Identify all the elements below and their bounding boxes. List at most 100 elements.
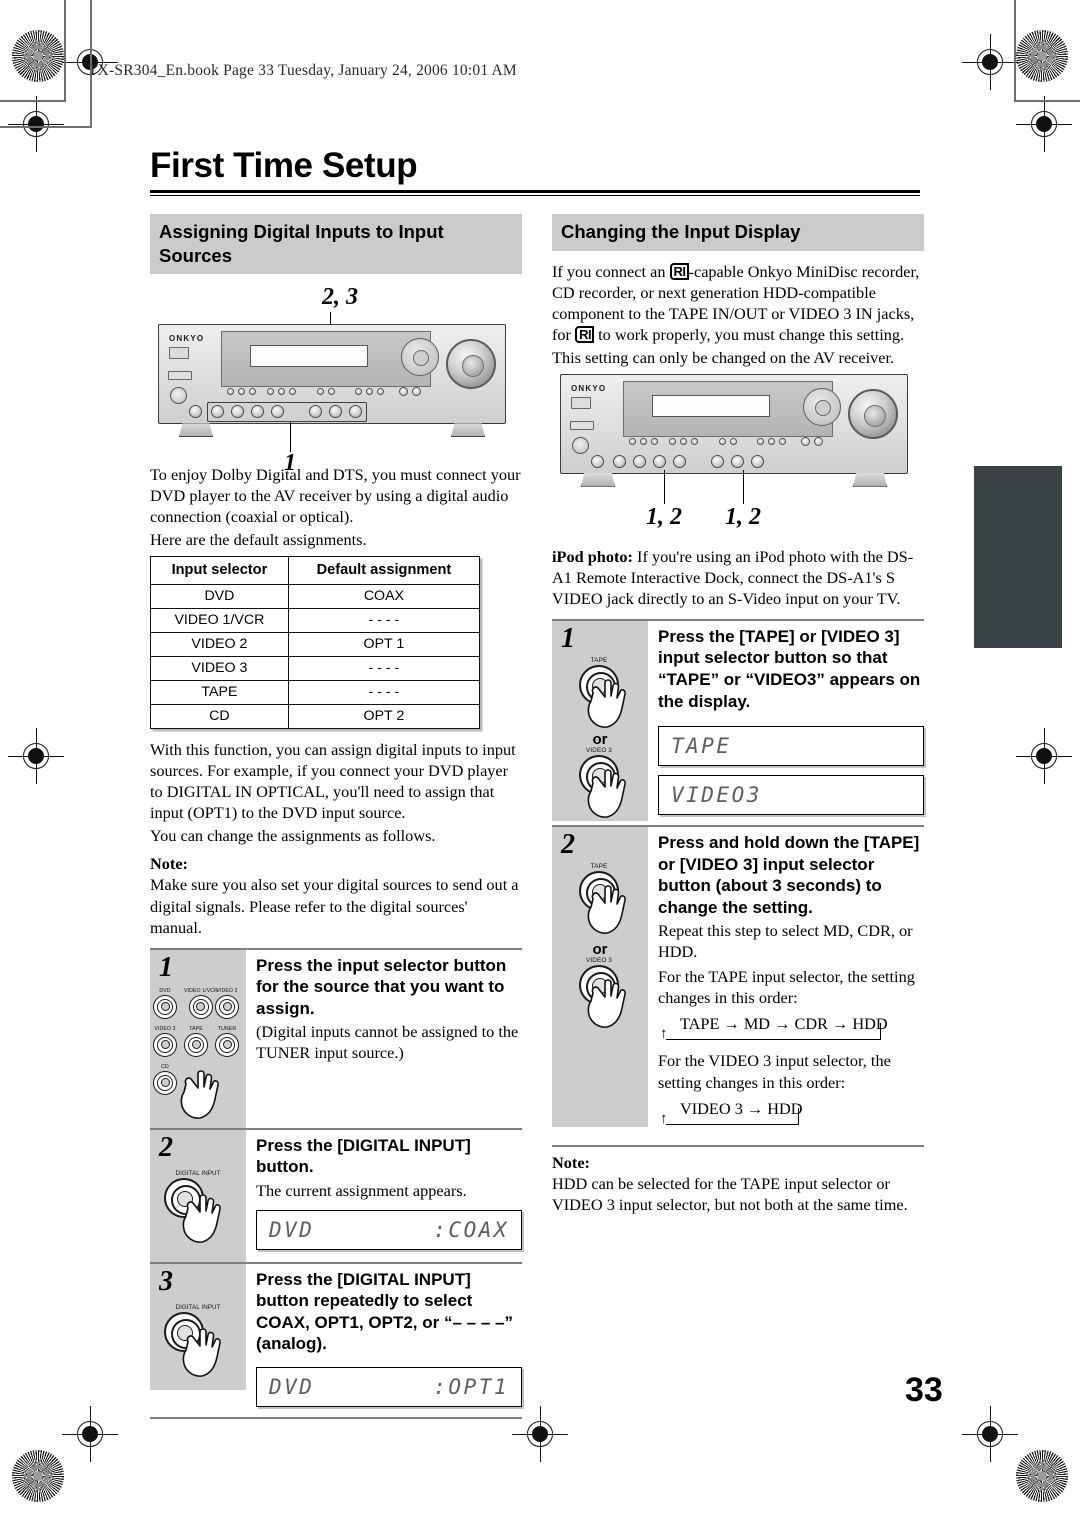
- right-note-label: Note:: [552, 1152, 590, 1172]
- table-cell-selector: VIDEO 2: [150, 632, 289, 658]
- small-button: [651, 437, 658, 445]
- display-panel: [623, 380, 833, 437]
- right-step-1-content: Press the [TAPE] or [VIDEO 3] input sele…: [648, 621, 924, 825]
- small-button: [691, 437, 698, 445]
- pointing-hand-icon: [178, 1068, 224, 1120]
- small-button: [814, 436, 823, 446]
- video2-knob-icon: [215, 994, 239, 1019]
- remote-button-tuner[interactable]: TUNER: [215, 1026, 239, 1057]
- remote-button-tape-label: TAPE: [189, 1025, 203, 1032]
- master-volume-knob: [848, 388, 898, 439]
- left-intro-paragraph-2: Here are the default assignments.: [150, 530, 367, 550]
- small-button: [366, 388, 373, 396]
- table-cell-selector: VIDEO 3: [150, 656, 289, 682]
- pointing-hand-icon: [180, 1326, 226, 1378]
- input-selector-button: [349, 405, 362, 419]
- input-selector-button: [633, 454, 646, 468]
- table-cell-selector: VIDEO 1/VCR: [150, 608, 289, 634]
- right-receiver-figure: ONKYO 1, 2 1, 2: [552, 373, 924, 546]
- small-button-row-5: [801, 436, 823, 446]
- pointing-hand-icon: [585, 883, 631, 935]
- small-button: [629, 437, 636, 445]
- ipod-photo-label: iPod photo:: [552, 546, 633, 566]
- right-intro-part3: to work properly, you must change this s…: [594, 324, 905, 344]
- table-header-row: Input selector Default assignment: [150, 556, 481, 586]
- callout-1-2-right: 1, 2: [725, 503, 761, 530]
- small-button-row-5: [399, 387, 421, 397]
- right-intro-paragraph: If you connect an RI -capable Onkyo MiniD…: [552, 261, 924, 345]
- small-button: [669, 437, 676, 445]
- small-button: [680, 437, 687, 445]
- direction-pad: [401, 338, 439, 377]
- page-title: First Time Setup: [150, 146, 418, 185]
- video1vcr-knob-icon: [188, 994, 213, 1019]
- remote-button-video2-label: VIDEO 2: [216, 987, 238, 994]
- left-step-3-display: DVD :OPT1: [256, 1366, 522, 1407]
- small-button-row-4: [757, 437, 786, 445]
- remote-button-digital-input-label: DIGITAL INPUT: [175, 1169, 221, 1177]
- remote-button-video3[interactable]: VIDEO 3: [153, 1026, 177, 1057]
- small-button: [377, 388, 384, 396]
- table-cell-assignment: - - - -: [287, 656, 481, 682]
- left-step-2-number: 2: [159, 1131, 173, 1163]
- small-button: [238, 388, 245, 396]
- digital-input-button: [328, 388, 335, 396]
- tape-flow-up-arrow-icon: ↑: [660, 1026, 668, 1043]
- small-button: [730, 437, 737, 445]
- remote-button-cd-label: CD: [161, 1063, 169, 1070]
- left-step-3: 3 DIGITAL INPUT Press the [DIGITAL INPUT…: [150, 1261, 522, 1419]
- left-step-2-body: The current assignment appears.: [256, 1180, 467, 1200]
- small-button: [355, 388, 362, 396]
- left-intro-paragraph-1: To enjoy Dolby Digital and DTS, you must…: [150, 465, 521, 527]
- right-step-2-content: Press and hold down the [TAPE] or [VIDEO…: [648, 827, 924, 1144]
- remote-button-video1vcr[interactable]: VIDEO 1/VCR: [184, 988, 218, 1019]
- video3-setting-flow: VIDEO 3 → HDD ↑: [660, 1099, 924, 1133]
- right-step-1-display-tape: TAPE: [658, 726, 924, 767]
- receiver-lcd: [250, 345, 368, 368]
- right-steps-list: 1 TAPE or VIDEO 3 Press the [TAPE] or [V…: [552, 618, 924, 1147]
- or-separator-label: or: [592, 730, 608, 748]
- left-step-1-number: 1: [159, 951, 173, 983]
- table-cell-assignment: - - - -: [287, 680, 481, 706]
- remote-button-dvd[interactable]: DVD: [153, 988, 177, 1019]
- right-intro-line2: This setting can only be changed on the …: [552, 347, 895, 367]
- remote-button-tape[interactable]: TAPE: [184, 1026, 208, 1057]
- pointing-hand-icon: [585, 677, 631, 729]
- left-step-1-content: Press the input selector button for the …: [246, 950, 522, 1128]
- small-button: [399, 387, 408, 397]
- right-step-2: 2 TAPE or VIDEO 3 Press and hold down th…: [552, 825, 924, 1147]
- table-cell-assignment: OPT 2: [287, 704, 481, 730]
- left-steps-list: 1 DVD VIDEO 1/VCR VIDEO 2 VIDEO 3 TAPE T…: [150, 947, 522, 1419]
- display-source-name: DVD: [269, 1217, 315, 1242]
- title-rule: [150, 190, 920, 196]
- remote-button-tape-label: TAPE: [590, 656, 608, 664]
- receiver-foot-right: [853, 472, 887, 487]
- right-step-1-illustration: 1 TAPE or VIDEO 3: [552, 620, 648, 821]
- remote-button-cd[interactable]: CD: [153, 1064, 177, 1095]
- input-selector-button: [613, 454, 626, 468]
- input-selector-button: [231, 405, 244, 419]
- table-header-input-selector: Input selector: [150, 556, 289, 586]
- small-button: [317, 388, 324, 396]
- left-step-1-illustration: 1 DVD VIDEO 1/VCR VIDEO 2 VIDEO 3 TAPE T…: [150, 949, 246, 1128]
- input-selector-button: [271, 405, 284, 419]
- right-step-1: 1 TAPE or VIDEO 3 Press the [TAPE] or [V…: [552, 618, 924, 826]
- remote-button-video3-label: VIDEO 3: [154, 1025, 176, 1032]
- right-step-2-illustration: 2 TAPE or VIDEO 3: [552, 827, 648, 1128]
- receiver-foot-left: [179, 423, 213, 438]
- left-section-header: Assigning Digital Inputs to Input Source…: [150, 214, 522, 275]
- remote-button-video2[interactable]: VIDEO 2: [215, 988, 239, 1019]
- input-selector-row-right: [711, 454, 764, 468]
- left-step-3-content: Press the [DIGITAL INPUT] button repeate…: [246, 1264, 522, 1417]
- table-row: VIDEO 2 OPT 1: [150, 632, 481, 658]
- right-column: Changing the Input Display If you connec…: [552, 214, 924, 1217]
- video3-flow-up-arrow-icon: ↑: [660, 1110, 668, 1127]
- direction-pad: [803, 387, 841, 426]
- left-step-2: 2 DIGITAL INPUT Press the [DIGITAL INPUT…: [150, 1127, 522, 1262]
- receiver-front-panel: ONKYO: [560, 373, 908, 487]
- left-step-3-title: Press the [DIGITAL INPUT] button repeate…: [256, 1269, 513, 1354]
- input-selector-button: [251, 405, 264, 419]
- right-step-2-number: 2: [561, 829, 575, 861]
- display-tape-text: TAPE: [671, 734, 732, 759]
- table-cell-selector: DVD: [150, 584, 289, 610]
